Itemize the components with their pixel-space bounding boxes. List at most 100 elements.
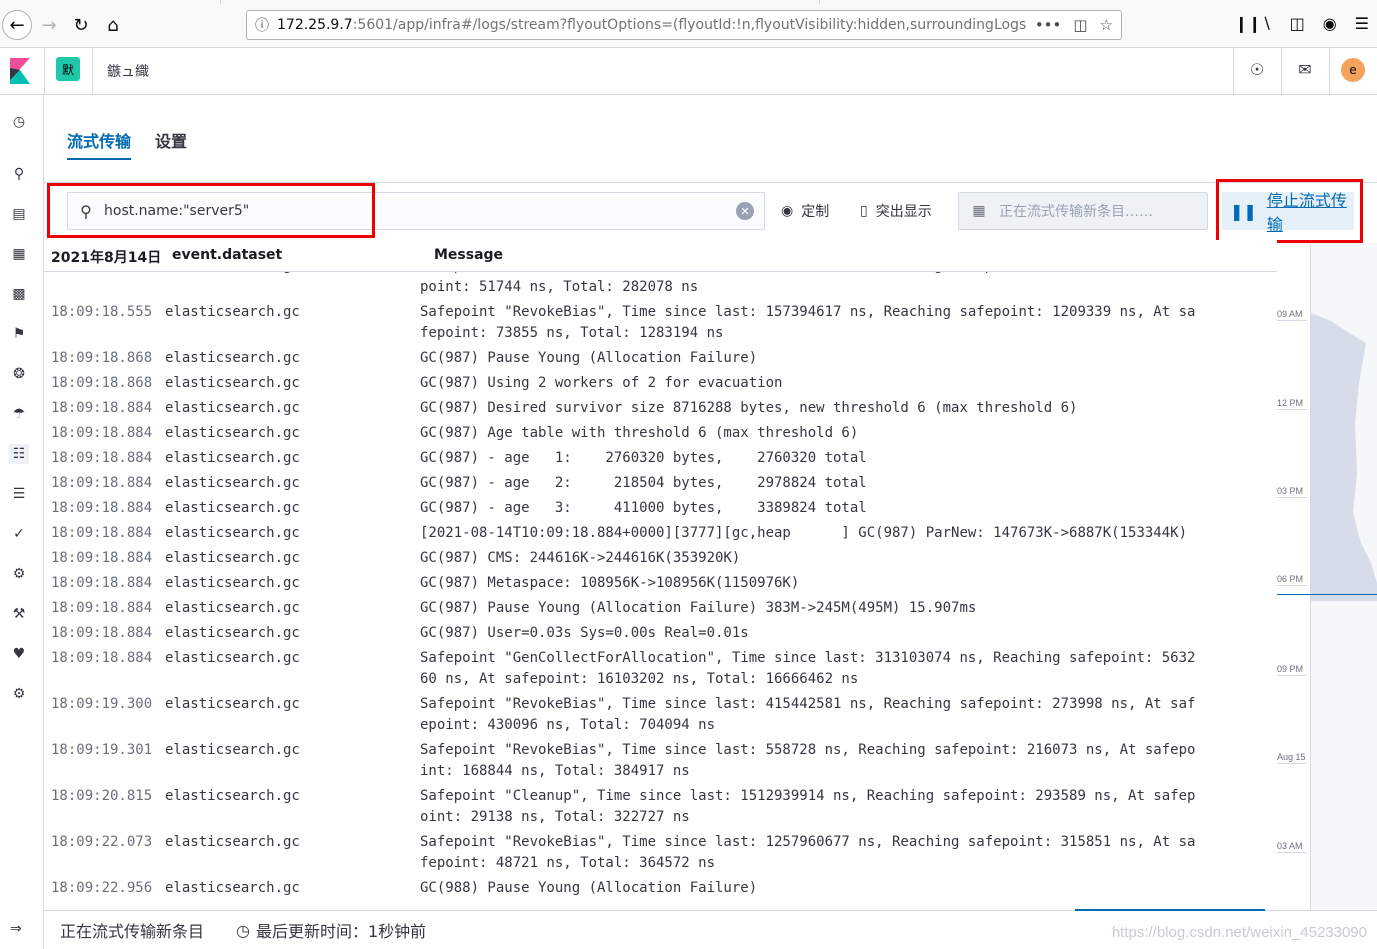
log-row[interactable]: 18:09:18.868 elasticsearch.gc GC(987) Usin…	[44, 373, 1277, 398]
clock-icon: ◷	[236, 920, 250, 940]
log-timestamp: 18:09:18.884	[51, 625, 153, 641]
watermark: https://blog.csdn.net/weixin_45233090	[1111, 924, 1367, 941]
customize-button[interactable]: ◉ 定制	[781, 201, 829, 221]
library-icon[interactable]: ❙❙∖	[1235, 14, 1272, 33]
log-timestamp: 18:09:18.884	[51, 450, 153, 466]
address-bar[interactable]: ⓘ 172.25.9.7:5601/app/infra#/logs/stream…	[246, 10, 1122, 40]
minimap-tick-label: 03 PM	[1277, 486, 1307, 498]
recent-clock-icon[interactable]: ◷	[9, 112, 29, 132]
maps-icon[interactable]: ⚑	[9, 324, 29, 344]
canvas-icon[interactable]: ▩	[9, 284, 29, 304]
log-timestamp: 18:09:19.301	[51, 742, 153, 758]
page-actions-icon[interactable]: •••	[1035, 16, 1062, 34]
dev-tools-icon[interactable]: ⚒	[9, 604, 29, 624]
log-row[interactable]: 18:09:18.884 elasticsearch.gc GC(987) Paus…	[44, 598, 1277, 623]
help-icon[interactable]: ☉	[1245, 60, 1269, 79]
sidebar-toggle-icon[interactable]: ◫	[1290, 14, 1305, 33]
tab-settings[interactable]: 设置	[155, 128, 187, 160]
forward-icon[interactable]: →	[34, 10, 64, 40]
customize-label: 定制	[801, 204, 830, 220]
column-timestamp: 2021年8月14日	[51, 250, 162, 266]
log-message: GC(987) - age 1: 2760320 bytes, 2760320 …	[420, 450, 867, 466]
log-row[interactable]: 18:09:18.884 elasticsearch.gc GC(987) - ag…	[44, 473, 1277, 498]
account-icon[interactable]: ◉	[1323, 14, 1337, 33]
highlight-button[interactable]: ▯ 突出显示	[860, 201, 932, 221]
active-tab-edge	[220, 0, 820, 4]
discover-compass-icon[interactable]: ⚲	[9, 164, 29, 184]
collapse-nav-icon[interactable]: ⇒	[10, 921, 22, 937]
log-timestamp: 18:09:18.884	[51, 500, 153, 516]
url-host: 172.25.9.7	[277, 17, 353, 33]
log-dataset: elasticsearch.gc	[165, 350, 300, 366]
log-row[interactable]: 18:09:22.956 elasticsearch.gc GC(988) Paus…	[44, 878, 1277, 903]
log-row[interactable]: 18:09:18.884 elasticsearch.gc [2021-08-14T…	[44, 523, 1277, 548]
space-avatar[interactable]: 默	[56, 57, 80, 81]
log-row[interactable]: 18:09:18.884 elasticsearch.gc GC(987) Meta…	[44, 573, 1277, 598]
log-message: GC(988) Pause Young (Allocation Failure)	[420, 880, 758, 896]
log-dataset: elasticsearch.gc	[165, 880, 300, 896]
clear-search-icon[interactable]: ✕	[736, 202, 754, 220]
log-dataset: elasticsearch.gc	[165, 450, 300, 466]
log-row[interactable]: 18:09:18.868 elasticsearch.gc GC(987) Paus…	[44, 348, 1277, 373]
user-avatar[interactable]: e	[1341, 58, 1365, 82]
calendar-icon: ▦	[972, 203, 986, 219]
log-row[interactable]: 18:09:18.884 elasticsearch.gc GC(987) User…	[44, 623, 1277, 648]
log-timestamp: 18:09:20.815	[51, 788, 153, 804]
header-divider	[1329, 48, 1330, 94]
hamburger-menu-icon[interactable]: ☰	[1355, 14, 1369, 33]
log-row[interactable]: 18:09:19.300 elasticsearch.gc Safepoint "R…	[44, 694, 1277, 740]
log-row[interactable]: 18:09:18.884 elasticsearch.gc GC(987) Desi…	[44, 398, 1277, 423]
log-list: 18:09:18.396elasticsearch.gcSafepoint "R…	[44, 262, 1277, 903]
highlight-label: 突出显示	[875, 204, 932, 220]
kibana-logo-icon[interactable]	[8, 58, 32, 84]
log-row[interactable]: 18:09:18.884 elasticsearch.gc GC(987) - ag…	[44, 498, 1277, 523]
newsfeed-mail-icon[interactable]: ✉	[1293, 60, 1317, 79]
date-picker[interactable]: ▦ 正在流式传输新条目……	[958, 192, 1208, 230]
log-row[interactable]: 18:09:22.073 elasticsearch.gc Safepoint "R…	[44, 832, 1277, 878]
breadcrumb[interactable]: 鏃ュ織	[107, 61, 149, 81]
eye-icon: ◉	[781, 203, 794, 219]
management-gear-icon[interactable]: ⚙	[9, 684, 29, 704]
minimap-tick-label: 03 AM	[1277, 841, 1307, 853]
bookmark-star-icon[interactable]: ☆	[1100, 16, 1113, 34]
log-message: Safepoint "RevokeBias", Time since last:…	[420, 742, 1196, 779]
monitoring-icon[interactable]: ♥	[9, 644, 29, 664]
pocket-icon[interactable]: ◫	[1073, 16, 1087, 34]
log-minimap[interactable]: 09 AM12 PM03 PM06 PM09 PMAug 1503 AM06 A…	[1277, 243, 1377, 949]
log-row[interactable]: 18:09:20.815 elasticsearch.gc Safepoint "C…	[44, 786, 1277, 832]
logs-icon[interactable]: ☷	[9, 444, 29, 464]
siem-icon[interactable]: ⚙	[9, 564, 29, 584]
uptime-icon[interactable]: ✓	[9, 524, 29, 544]
site-info-icon[interactable]: ⓘ	[247, 15, 277, 35]
minimap-tick-label: 12 PM	[1277, 398, 1307, 410]
apm-icon[interactable]: ☰	[9, 484, 29, 504]
url-text[interactable]: 172.25.9.7:5601/app/infra#/logs/stream?f…	[277, 17, 1027, 33]
log-message: GC(987) Using 2 workers of 2 for evacuat…	[420, 375, 783, 391]
log-row[interactable]: 18:09:18.884 elasticsearch.gc GC(987) Age …	[44, 423, 1277, 448]
log-row[interactable]: 18:09:19.301 elasticsearch.gc Safepoint "R…	[44, 740, 1277, 786]
log-message: GC(987) Metaspace: 108956K->108956K(1150…	[420, 575, 800, 591]
browser-toolbar: ← → ↻ ⌂ ⓘ 172.25.9.7:5601/app/infra#/log…	[0, 0, 1377, 48]
dashboard-icon[interactable]: ▦	[9, 244, 29, 264]
back-icon[interactable]: ←	[2, 10, 32, 40]
visualize-chart-icon[interactable]: ▤	[9, 204, 29, 224]
log-row[interactable]: 18:09:18.555 elasticsearch.gc Safepoint "R…	[44, 302, 1277, 348]
log-dataset: elasticsearch.gc	[165, 525, 300, 541]
log-row[interactable]: 18:09:18.884 elasticsearch.gc Safepoint "G…	[44, 648, 1277, 694]
log-stream[interactable]: 18:09:18.396elasticsearch.gcSafepoint "R…	[44, 262, 1277, 910]
url-path: :5601/app/infra#/logs/stream?flyoutOptio…	[352, 17, 1027, 33]
ml-icon[interactable]: ❂	[9, 364, 29, 384]
log-row[interactable]: 18:09:18.884 elasticsearch.gc GC(987) CMS:…	[44, 548, 1277, 573]
log-dataset: elasticsearch.gc	[165, 834, 300, 850]
tab-stream[interactable]: 流式传输	[67, 128, 132, 160]
log-row[interactable]: 18:09:18.884 elasticsearch.gc GC(987) - ag…	[44, 448, 1277, 473]
reload-icon[interactable]: ↻	[66, 10, 96, 40]
minimap-position-marker[interactable]	[1277, 594, 1377, 595]
log-message: GC(987) - age 2: 218504 bytes, 2978824 t…	[420, 475, 867, 491]
header-divider	[1281, 48, 1282, 94]
log-dataset: elasticsearch.gc	[165, 742, 300, 758]
infrastructure-icon[interactable]: ☂	[9, 404, 29, 424]
home-icon[interactable]: ⌂	[98, 10, 128, 40]
log-dataset: elasticsearch.gc	[165, 304, 300, 320]
log-timestamp: 18:09:18.884	[51, 475, 153, 491]
